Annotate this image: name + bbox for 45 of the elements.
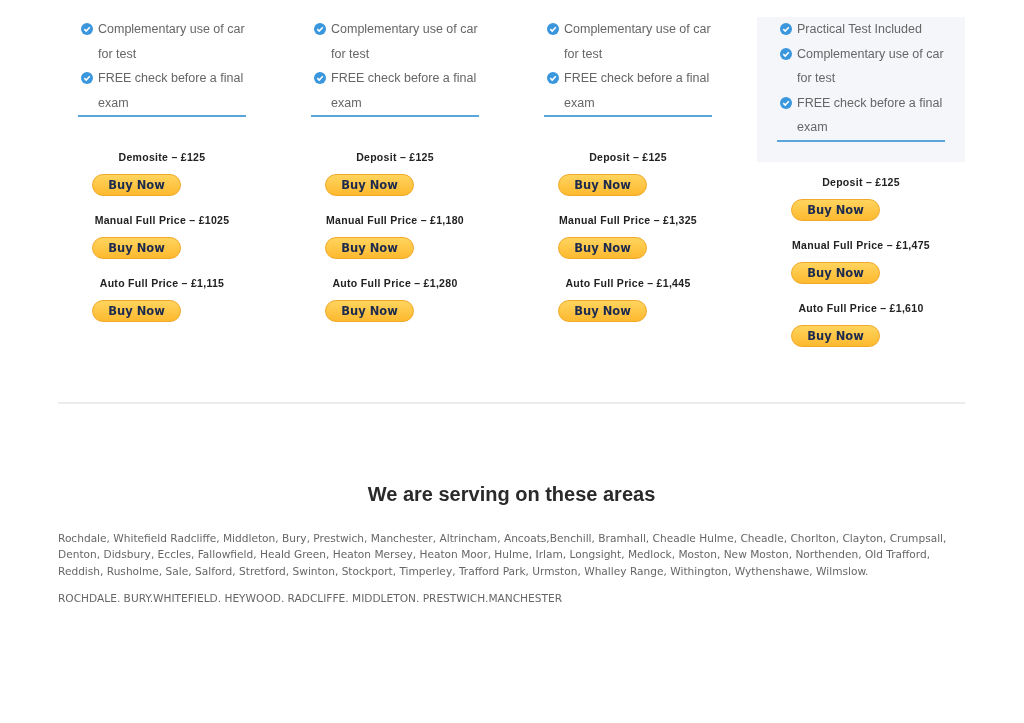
check-circle-icon [81,23,93,35]
feature-text: Complementary use of car for test [98,21,246,63]
price-label: Manual Full Price – £1,475 [791,237,931,252]
price-label: Demosite – £125 [117,150,207,164]
feature-text: FREE check before a final exam [331,70,478,112]
price-label: Auto Full Price – £1,280 [331,276,459,290]
price-label: Deposit – £125 [588,150,668,164]
areas-text: Rochdale, Whitefield Radcliffe, Middleton, Bury, Prestwich, Manchester, Altrincham, Ancoats,Benchill, Bramhall, Cheadle Hulme, Cheadle, Chorlton, Clayton, Crumpsall, Denton, Didsbury, Eccles, Fallowfield, Heald Green, Heaton Mersey, Heaton Moor, Hulme, Irlam, Longsight, Medlock, Moston, New Moston, Northenden, Old Trafford, Reddish, Rusholme, Sale, Salford, Stretford, Swinton, Stockport, Timperley, Trafford Park, Urmston, Whalley Range, Withington, Wythenshawe, Wilmslow. [58,530,948,579]
buy-now-button[interactable]: Buy Now [558,237,647,259]
buy-now-button[interactable]: Buy Now [558,174,647,196]
price-label: Manual Full Price – £1,325 [558,213,698,227]
feature-text: Complementary use of car for test [564,21,712,63]
buy-now-button[interactable]: Buy Now [92,237,181,259]
buy-now-button[interactable]: Buy Now [92,174,181,196]
feature-text: Practical Test Included [797,21,923,38]
buy-now-button[interactable]: Buy Now [325,300,414,322]
check-circle-icon [547,72,559,84]
buy-now-button[interactable]: Buy Now [325,237,414,259]
price-label: Auto Full Price – £1,445 [564,276,692,290]
buy-now-button[interactable]: Buy Now [791,261,880,284]
feature-text: FREE check before a final exam [98,70,245,112]
buy-now-button[interactable]: Buy Now [92,300,181,322]
buy-now-button[interactable]: Buy Now [791,198,880,221]
price-label: Auto Full Price – £1,610 [797,300,925,315]
feature-text: Complementary use of car for test [797,45,945,87]
price-label: Manual Full Price – £1,180 [325,213,465,227]
areas-text: ROCHDALE. BURY.WHITEFIELD. HEYWOOD. RADCLIFFE. MIDDLETON. PRESTWICH.MANCHESTER [58,591,564,606]
feature-text: FREE check before a final exam [797,94,944,136]
feature-text: Complementary use of car for test [331,21,479,63]
price-label: Deposit – £125 [821,174,901,189]
price-label: Deposit – £125 [355,150,435,164]
buy-now-button[interactable]: Buy Now [558,300,647,322]
check-circle-icon [314,23,326,35]
buy-now-button[interactable]: Buy Now [791,324,880,347]
check-circle-icon [81,72,93,84]
check-circle-icon [547,23,559,35]
section-heading: We are serving on these areas [366,482,657,506]
price-label: Auto Full Price – £1,115 [98,276,226,290]
price-label: Manual Full Price – £1025 [93,213,231,227]
feature-text: FREE check before a final exam [564,70,711,112]
check-circle-icon [780,96,792,109]
check-circle-icon [780,23,792,35]
buy-now-button[interactable]: Buy Now [325,174,414,196]
check-circle-icon [780,47,792,60]
check-circle-icon [314,72,326,84]
